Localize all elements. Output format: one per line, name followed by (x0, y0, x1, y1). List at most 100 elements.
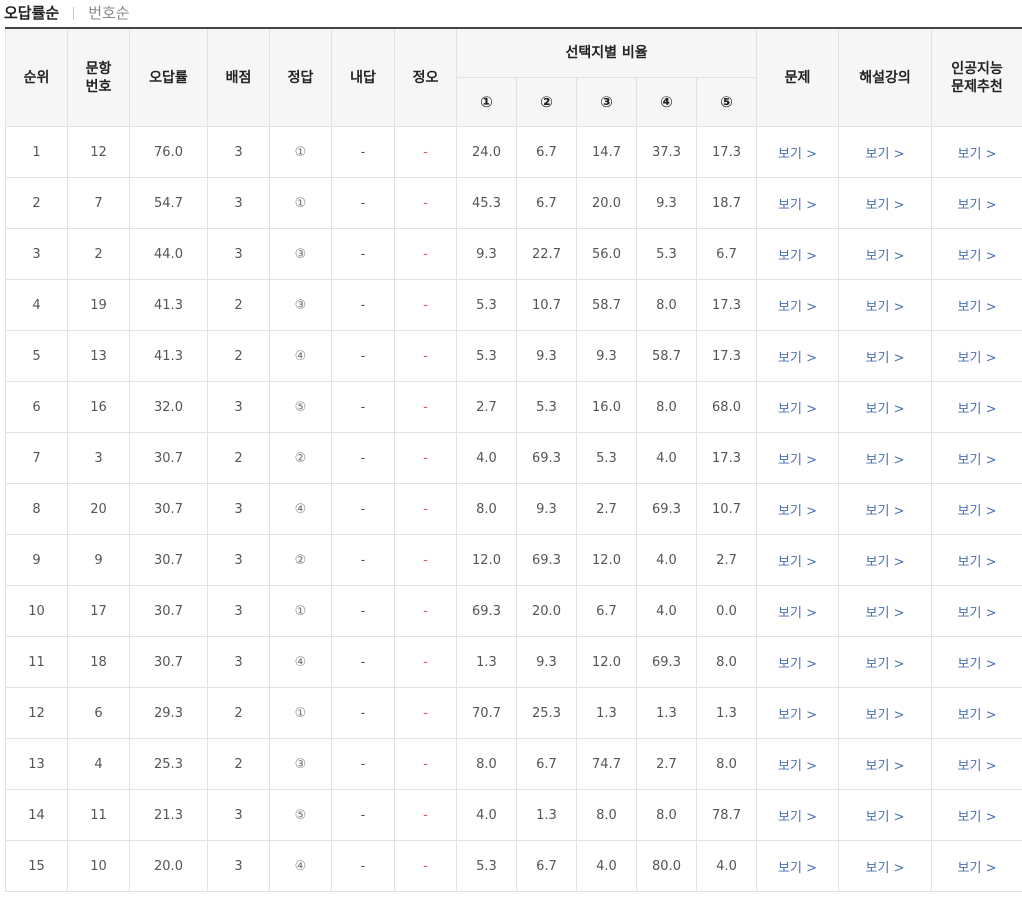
view-ai-recommend-link[interactable]: 보기 > (931, 534, 1022, 586)
choice-2-ratio-cell: 20.0 (516, 585, 577, 637)
sort-tab-question-number[interactable]: 번호순 (88, 3, 129, 23)
view-problem-link[interactable]: 보기 > (756, 687, 840, 739)
choice-4-ratio-cell: 80.0 (636, 840, 697, 892)
view-lecture-link[interactable]: 보기 > (838, 585, 933, 637)
view-lecture-link[interactable]: 보기 > (838, 840, 933, 892)
view-lecture-link[interactable]: 보기 > (838, 738, 933, 790)
table-row: 15 10 20.0 3 ④ - -5.3 6.7 4.0 80.0 4.0 보기 > 보기 > 보기 > (5, 840, 1022, 892)
choice-4-ratio-cell: 4.0 (636, 585, 697, 637)
view-ai-recommend-link[interactable]: 보기 > (931, 330, 1022, 382)
view-problem-link[interactable]: 보기 > (756, 585, 840, 637)
view-problem-link[interactable]: 보기 > (756, 789, 840, 841)
choice-5-ratio-cell: 18.7 (695, 177, 758, 229)
correctness-cell: - (394, 636, 457, 688)
view-problem-link[interactable]: 보기 > (756, 330, 840, 382)
choice-2-ratio-cell: 9.3 (516, 483, 577, 535)
view-lecture-link[interactable]: 보기 > (838, 330, 933, 382)
view-problem-link[interactable]: 보기 > (756, 126, 840, 178)
view-ai-recommend-link[interactable]: 보기 > (931, 789, 1022, 841)
view-ai-recommend-link[interactable]: 보기 > (931, 279, 1022, 331)
choice-4-ratio-cell: 69.3 (636, 636, 697, 688)
choice-3-ratio-cell: 6.7 (576, 585, 637, 637)
view-ai-recommend-link[interactable]: 보기 > (931, 126, 1022, 178)
view-ai-recommend-link[interactable]: 보기 > (931, 738, 1022, 790)
choice-1-ratio-cell: 4.0 (456, 789, 517, 841)
view-problem-link[interactable]: 보기 > (756, 432, 840, 484)
view-lecture-link[interactable]: 보기 > (838, 228, 933, 280)
score-cell: 3 (207, 483, 270, 535)
view-problem-link[interactable]: 보기 > (756, 534, 840, 586)
question-number-cell: 7 (67, 177, 130, 229)
choice-2-ratio-cell: 10.7 (516, 279, 577, 331)
choice-4-ratio-cell: 4.0 (636, 534, 697, 586)
view-lecture-link[interactable]: 보기 > (838, 483, 933, 535)
choice-5-ratio-cell: 10.7 (695, 483, 758, 535)
wrong-rate-cell: 41.3 (129, 279, 208, 331)
view-lecture-link[interactable]: 보기 > (838, 687, 933, 739)
choice-1-ratio-cell: 2.7 (456, 381, 517, 433)
view-problem-link[interactable]: 보기 > (756, 381, 840, 433)
choice-2-ratio-cell: 5.3 (516, 381, 577, 433)
view-problem-link[interactable]: 보기 > (756, 279, 840, 331)
answer-cell: ① (269, 585, 332, 637)
view-lecture-link[interactable]: 보기 > (838, 636, 933, 688)
choice-4-ratio-cell: 1.3 (636, 687, 697, 739)
view-problem-link[interactable]: 보기 > (756, 738, 840, 790)
choice-1-ratio-cell: 5.3 (456, 330, 517, 382)
view-lecture-link[interactable]: 보기 > (838, 177, 933, 229)
view-ai-recommend-link[interactable]: 보기 > (931, 432, 1022, 484)
my-answer-cell: - (331, 687, 395, 739)
question-number-cell: 18 (67, 636, 130, 688)
view-problem-link[interactable]: 보기 > (756, 483, 840, 535)
choice-3-ratio-cell: 4.0 (576, 840, 637, 892)
my-answer-cell: - (331, 585, 395, 637)
view-ai-recommend-link[interactable]: 보기 > (931, 636, 1022, 688)
wrong-rate-cell: 20.0 (129, 840, 208, 892)
table-row: 9 9 30.7 3 ② - -12.0 69.3 12.0 4.0 2.7 보기 > 보기 > 보기 > (5, 534, 1022, 586)
sort-tabs: 오답률순 번호순 (4, 0, 130, 26)
choice-2-ratio-cell: 6.7 (516, 738, 577, 790)
header-choice-3: ③ (576, 77, 637, 127)
view-ai-recommend-link[interactable]: 보기 > (931, 687, 1022, 739)
score-cell: 3 (207, 381, 270, 433)
view-lecture-link[interactable]: 보기 > (838, 789, 933, 841)
choice-2-ratio-cell: 9.3 (516, 330, 577, 382)
view-problem-link[interactable]: 보기 > (756, 840, 840, 892)
view-problem-link[interactable]: 보기 > (756, 177, 840, 229)
table-row: 11 18 30.7 3 ④ - -1.3 9.3 12.0 69.3 8.0 보기 > 보기 > 보기 … (5, 636, 1022, 688)
correctness-cell: - (394, 687, 457, 739)
choice-2-ratio-cell: 22.7 (516, 228, 577, 280)
sort-tab-wrong-rate[interactable]: 오답률순 (4, 3, 59, 23)
view-problem-link[interactable]: 보기 > (756, 636, 840, 688)
answer-cell: ④ (269, 330, 332, 382)
view-lecture-link[interactable]: 보기 > (838, 534, 933, 586)
view-ai-recommend-link[interactable]: 보기 > (931, 483, 1022, 535)
choice-1-ratio-cell: 24.0 (456, 126, 517, 178)
answer-cell: ③ (269, 738, 332, 790)
view-ai-recommend-link[interactable]: 보기 > (931, 228, 1022, 280)
choice-4-ratio-cell: 5.3 (636, 228, 697, 280)
table-row: 1 12 76.0 3 ① - -24.0 6.7 14.7 37.3 17.3 보기 > 보기 > 보기… (5, 126, 1022, 178)
view-problem-link[interactable]: 보기 > (756, 228, 840, 280)
header-question-number: 문항 번호 (67, 27, 130, 127)
view-lecture-link[interactable]: 보기 > (838, 126, 933, 178)
choice-3-ratio-cell: 58.7 (576, 279, 637, 331)
view-ai-recommend-link[interactable]: 보기 > (931, 381, 1022, 433)
table-row: 10 17 30.7 3 ① - -69.3 20.0 6.7 4.0 0.0 보기 > 보기 > 보기 … (5, 585, 1022, 637)
header-wrong-rate: 오답률 (129, 27, 208, 127)
view-lecture-link[interactable]: 보기 > (838, 432, 933, 484)
my-answer-cell: - (331, 738, 395, 790)
choice-2-ratio-cell: 25.3 (516, 687, 577, 739)
wrong-rate-cell: 30.7 (129, 636, 208, 688)
view-ai-recommend-link[interactable]: 보기 > (931, 177, 1022, 229)
view-ai-recommend-link[interactable]: 보기 > (931, 585, 1022, 637)
question-number-cell: 20 (67, 483, 130, 535)
view-lecture-link[interactable]: 보기 > (838, 381, 933, 433)
table-header: 순위 문항 번호 오답률 배점 정답 내답 정오 선택지별 비율 문제 해설강의… (5, 27, 1022, 127)
rank-cell: 10 (5, 585, 68, 637)
my-answer-cell: - (331, 840, 395, 892)
question-number-cell: 13 (67, 330, 130, 382)
view-ai-recommend-link[interactable]: 보기 > (931, 840, 1022, 892)
view-lecture-link[interactable]: 보기 > (838, 279, 933, 331)
score-cell: 2 (207, 432, 270, 484)
